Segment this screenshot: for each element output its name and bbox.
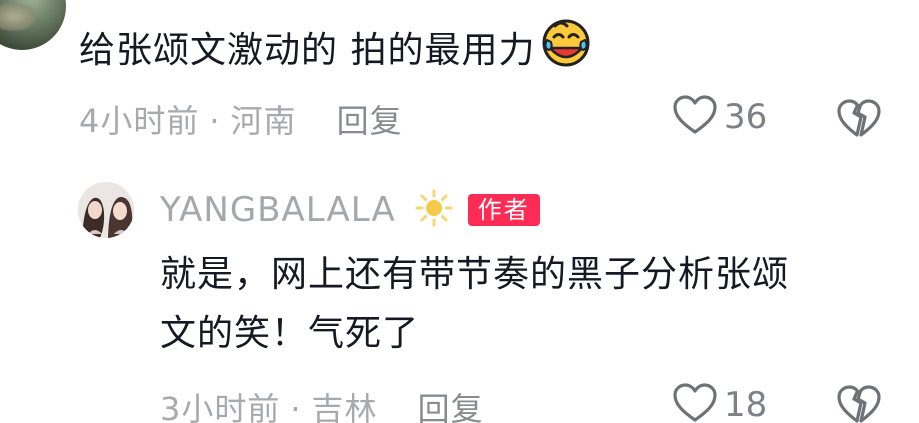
commenter-avatar[interactable] [0, 0, 66, 50]
laughing-crying-emoji-icon [541, 18, 591, 80]
reply-button[interactable]: 回复 [337, 102, 403, 140]
comment-text: 给张颂文激动的 拍的最用力 [79, 30, 536, 71]
comment-meta: 4小时前 · 河南 回复 [79, 96, 403, 142]
reply-location: 吉林 [311, 390, 378, 423]
like-button[interactable]: 18 [672, 382, 767, 423]
reply-meta: 3小时前 · 吉林 回复 [160, 384, 484, 423]
comment-thread: 给张颂文激动的 拍的最用力 4小时前 · 河南 回复 36 YANGBALALA… [0, 0, 919, 423]
author-avatar[interactable] [78, 182, 134, 238]
reply-text-line-2: 文的笑！气死了 [160, 313, 420, 354]
author-name[interactable]: YANGBALALA [160, 190, 396, 230]
heart-icon [672, 382, 718, 423]
reply-text-line-1: 就是，网上还有带节奏的黑子分析张颂 [160, 254, 790, 295]
comment-body: 给张颂文激动的 拍的最用力 [79, 19, 591, 80]
comment-time: 4小时前 [79, 102, 200, 140]
heart-icon [672, 94, 718, 140]
like-count: 36 [724, 97, 768, 137]
comment-location: 河南 [230, 102, 297, 140]
author-badge: 作者 [467, 194, 540, 226]
broken-heart-icon [836, 99, 882, 144]
reply-time: 3小时前 [160, 390, 281, 423]
like-button[interactable]: 36 [672, 94, 767, 140]
broken-heart-icon [836, 385, 882, 423]
reply-button[interactable]: 回复 [418, 390, 484, 423]
author-row: YANGBALALA 作者 [160, 188, 540, 232]
dislike-button[interactable] [836, 98, 882, 144]
dislike-button[interactable] [836, 384, 882, 423]
sun-icon [414, 188, 454, 232]
meta-separator: · [290, 390, 302, 423]
like-count: 18 [724, 385, 768, 423]
meta-separator: · [209, 102, 221, 140]
